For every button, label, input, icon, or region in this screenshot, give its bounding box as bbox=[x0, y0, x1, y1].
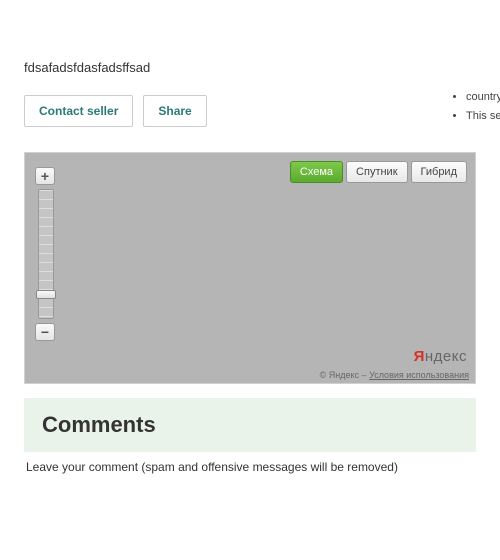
contact-seller-button[interactable]: Contact seller bbox=[24, 95, 133, 127]
map-type-satellite[interactable]: Спутник bbox=[346, 161, 407, 183]
zoom-thumb[interactable] bbox=[36, 290, 56, 299]
action-buttons: Contact seller Share bbox=[24, 95, 490, 127]
info-sidebar: country and travellers cheques. This ser… bbox=[450, 90, 500, 129]
listing-description: fdsafadsfdasfadsffsad bbox=[24, 60, 490, 75]
comments-subtitle: Leave your comment (spam and offensive m… bbox=[24, 452, 476, 482]
map-type-switcher: Схема Спутник Гибрид bbox=[290, 161, 467, 183]
map-canvas[interactable]: Схема Спутник Гибрид + − Яндекс © Яндекс… bbox=[25, 153, 475, 383]
yandex-logo: Яндекс bbox=[414, 348, 467, 365]
sidebar-item: This service guarantees transactions; th… bbox=[466, 109, 500, 124]
comments-title: Comments bbox=[24, 398, 476, 452]
map-type-hybrid[interactable]: Гибрид bbox=[411, 161, 467, 183]
map-terms-link[interactable]: Условия использования bbox=[369, 370, 469, 380]
zoom-in-button[interactable]: + bbox=[35, 167, 55, 185]
zoom-slider[interactable] bbox=[38, 189, 54, 319]
zoom-control: + − bbox=[35, 167, 57, 341]
zoom-out-button[interactable]: − bbox=[35, 323, 55, 341]
comments-section: Comments Leave your comment (spam and of… bbox=[24, 398, 476, 482]
sidebar-item: country and travellers cheques. bbox=[466, 90, 500, 105]
map-container: Схема Спутник Гибрид + − Яндекс © Яндекс… bbox=[24, 152, 476, 384]
share-button[interactable]: Share bbox=[143, 95, 206, 127]
map-copyright: © Яндекс – Условия использования bbox=[320, 370, 469, 380]
map-type-scheme[interactable]: Схема bbox=[290, 161, 343, 183]
